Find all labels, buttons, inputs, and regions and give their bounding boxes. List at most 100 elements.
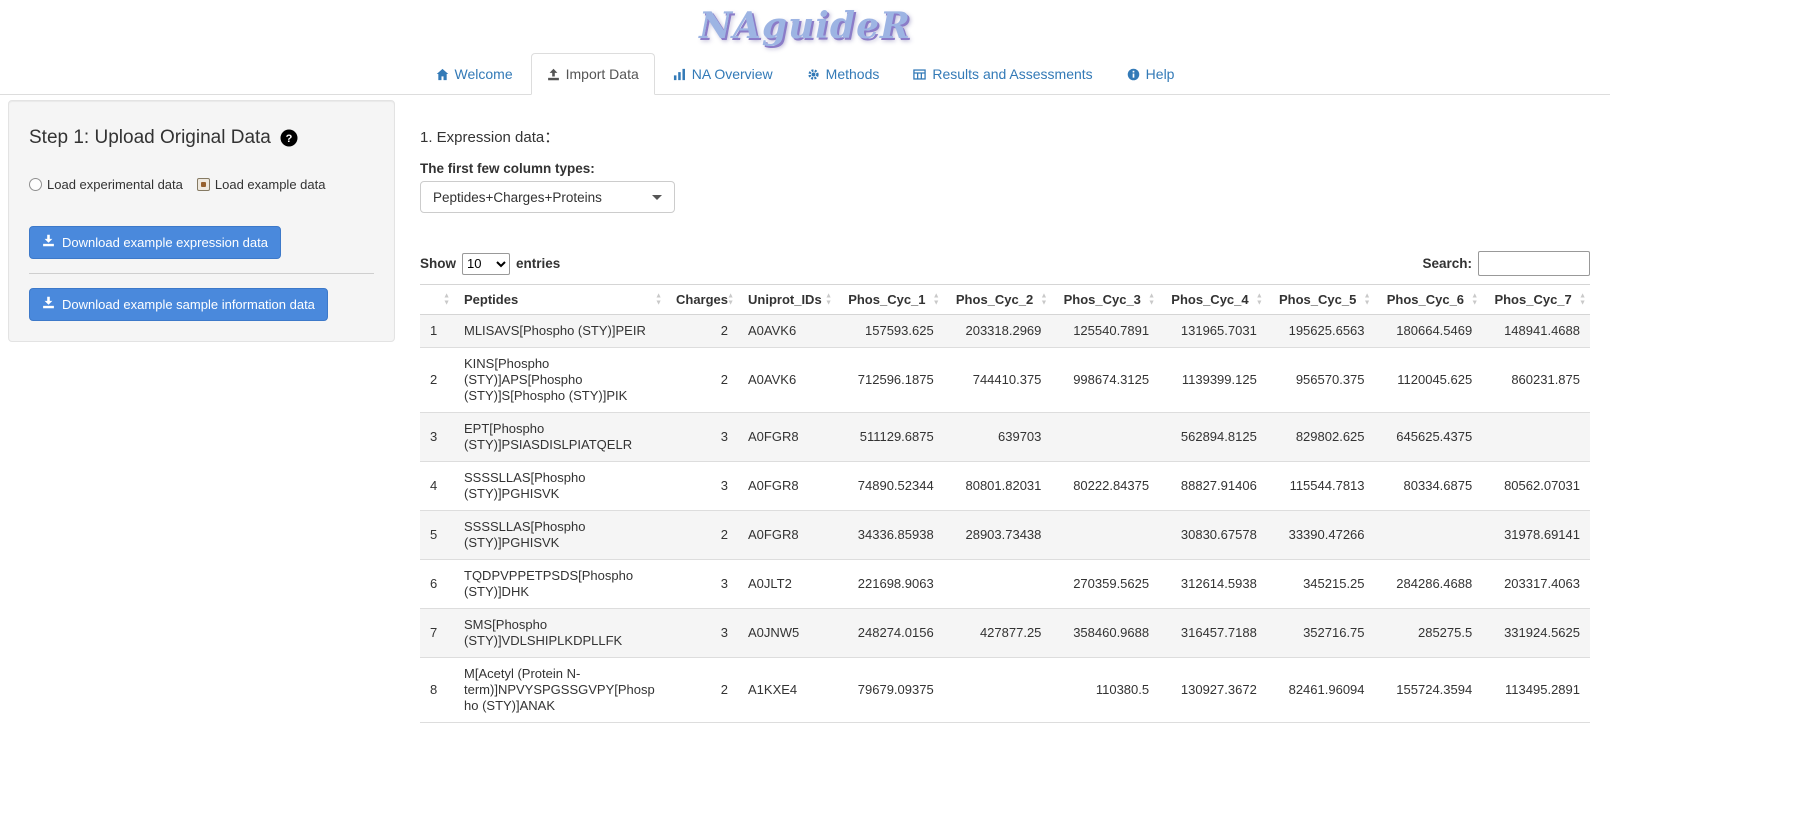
sort-arrows-icon[interactable]: ▲▼ [727, 292, 734, 307]
value-cell: 148941.4688 [1482, 315, 1590, 348]
show-label: Show [420, 256, 456, 271]
column-label: Phos_Cyc_4 [1171, 292, 1248, 307]
column-header-peptides[interactable]: Peptides▲▼ [454, 285, 666, 315]
value-cell: 180664.5469 [1375, 315, 1483, 348]
table-row: 2KINS[Phospho (STY)]APS[Phospho (STY)]S[… [420, 348, 1590, 413]
radio-option-load-example-data[interactable]: Load example data [197, 177, 326, 192]
sort-arrows-icon[interactable]: ▲▼ [1364, 292, 1371, 307]
column-types-selected-value: Peptides+Charges+Proteins [433, 190, 602, 205]
column-header-index[interactable]: ▲▼ [420, 285, 454, 315]
value-cell: 645625.4375 [1375, 413, 1483, 462]
value-cell: 284286.4688 [1375, 560, 1483, 609]
sort-arrows-icon[interactable]: ▲▼ [1148, 292, 1155, 307]
value-cell: 312614.5938 [1159, 560, 1267, 609]
row-index-cell: 1 [420, 315, 454, 348]
search-label: Search: [1422, 256, 1472, 271]
value-cell: 31978.69141 [1482, 511, 1590, 560]
column-header-phos-cyc-5[interactable]: Phos_Cyc_5▲▼ [1267, 285, 1375, 315]
value-cell: 744410.375 [944, 348, 1052, 413]
tab-import-data[interactable]: Import Data [531, 53, 655, 95]
value-cell: 28903.73438 [944, 511, 1052, 560]
value-cell: 34336.85938 [836, 511, 944, 560]
sort-arrows-icon[interactable]: ▲▼ [1040, 292, 1047, 307]
sort-arrows-icon[interactable]: ▲▼ [933, 292, 940, 307]
value-cell: 285275.5 [1375, 609, 1483, 658]
column-label: Charges [676, 292, 728, 307]
value-cell: 829802.625 [1267, 413, 1375, 462]
column-header-phos-cyc-4[interactable]: Phos_Cyc_4 ▲▼ [1159, 285, 1267, 315]
sort-arrows-icon[interactable]: ▲▼ [825, 292, 832, 307]
tab-label: Import Data [566, 64, 639, 84]
download-sample-info-button[interactable]: Download example sample information data [29, 288, 328, 321]
radio-option-load-experimental-data[interactable]: Load experimental data [29, 177, 183, 192]
radio-unchecked-icon[interactable] [29, 178, 42, 191]
table-row: 7SMS[Phospho (STY)]VDLSHIPLKDPLLFK3A0JNW… [420, 609, 1590, 658]
download-sample-info-label: Download example sample information data [62, 297, 315, 313]
value-cell: 80801.82031 [944, 462, 1052, 511]
page-length-control: Show 10 entries [420, 253, 560, 275]
uniprot-cell: A0AVK6 [738, 348, 836, 413]
peptide-cell: KINS[Phospho (STY)]APS[Phospho (STY)]S[P… [454, 348, 666, 413]
column-types-label: The first few column types: [420, 161, 1590, 176]
sort-arrows-icon[interactable]: ▲▼ [1471, 292, 1478, 307]
column-header-phos-cyc-7[interactable]: Phos_Cyc_7 ▲▼ [1482, 285, 1590, 315]
column-types-select[interactable]: Peptides+Charges+Proteins [420, 181, 675, 213]
table-head-row: ▲▼Peptides▲▼Charges▲▼Uniprot_IDs▲▼Phos_C… [420, 285, 1590, 315]
uniprot-cell: A0FGR8 [738, 511, 836, 560]
tab-help[interactable]: Help [1111, 53, 1191, 95]
charge-cell: 3 [666, 462, 738, 511]
sidebar-panel: Step 1: Upload Original Data ? Load expe… [8, 100, 395, 342]
datatable-controls: Show 10 entries Search: [420, 251, 1590, 276]
value-cell: 639703 [944, 413, 1052, 462]
page-length-select[interactable]: 10 [462, 253, 510, 275]
column-header-phos-cyc-3[interactable]: Phos_Cyc_3▲▼ [1051, 285, 1159, 315]
chart-icon [673, 68, 686, 81]
download-icon [42, 296, 55, 313]
tab-na-overview[interactable]: NA Overview [657, 53, 789, 95]
value-cell: 82461.96094 [1267, 658, 1375, 723]
value-cell: 130927.3672 [1159, 658, 1267, 723]
column-header-phos-cyc-2[interactable]: Phos_Cyc_2▲▼ [944, 285, 1052, 315]
question-icon[interactable]: ? [280, 129, 298, 147]
tab-results-and-assessments[interactable]: Results and Assessments [897, 53, 1108, 95]
value-cell: 712596.1875 [836, 348, 944, 413]
content-row: Step 1: Upload Original Data ? Load expe… [0, 95, 1610, 723]
peptide-cell: MLISAVS[Phospho (STY)]PEIR [454, 315, 666, 348]
value-cell: 203317.4063 [1482, 560, 1590, 609]
expression-data-table: ▲▼Peptides▲▼Charges▲▼Uniprot_IDs▲▼Phos_C… [420, 284, 1590, 723]
sort-arrows-icon[interactable]: ▲▼ [655, 292, 662, 307]
radio-checked-icon[interactable] [197, 178, 210, 191]
table-body: 1MLISAVS[Phospho (STY)]PEIR2A0AVK6157593… [420, 315, 1590, 723]
search-input[interactable] [1478, 251, 1590, 276]
value-cell: 79679.09375 [836, 658, 944, 723]
download-expression-label: Download example expression data [62, 235, 268, 251]
tab-methods[interactable]: Methods [791, 53, 896, 95]
value-cell: 860231.875 [1482, 348, 1590, 413]
info-icon [1127, 68, 1140, 81]
value-cell: 113495.2891 [1482, 658, 1590, 723]
value-cell: 427877.25 [944, 609, 1052, 658]
column-header-uniprot-ids[interactable]: Uniprot_IDs▲▼ [738, 285, 836, 315]
download-expression-button[interactable]: Download example expression data [29, 226, 281, 259]
import-icon [547, 68, 560, 81]
value-cell: 956570.375 [1267, 348, 1375, 413]
sort-arrows-icon[interactable]: ▲▼ [1579, 292, 1586, 307]
column-header-phos-cyc-6[interactable]: Phos_Cyc_6▲▼ [1375, 285, 1483, 315]
chevron-down-icon [652, 195, 662, 200]
value-cell: 115544.7813 [1267, 462, 1375, 511]
entries-label: entries [516, 256, 560, 271]
column-label: Phos_Cyc_7 [1494, 292, 1571, 307]
charge-cell: 3 [666, 413, 738, 462]
tab-welcome[interactable]: Welcome [420, 53, 529, 95]
main-content: 1. Expression data： The first few column… [395, 100, 1590, 723]
column-header-charges[interactable]: Charges▲▼ [666, 285, 738, 315]
column-label: Uniprot_IDs [748, 292, 822, 307]
table-row: 1MLISAVS[Phospho (STY)]PEIR2A0AVK6157593… [420, 315, 1590, 348]
value-cell: 157593.625 [836, 315, 944, 348]
sort-arrows-icon[interactable]: ▲▼ [1256, 292, 1263, 307]
value-cell: 562894.8125 [1159, 413, 1267, 462]
tab-label: Welcome [455, 64, 513, 84]
column-header-phos-cyc-1[interactable]: Phos_Cyc_1▲▼ [836, 285, 944, 315]
value-cell: 221698.9063 [836, 560, 944, 609]
sort-arrows-icon[interactable]: ▲▼ [443, 292, 450, 307]
